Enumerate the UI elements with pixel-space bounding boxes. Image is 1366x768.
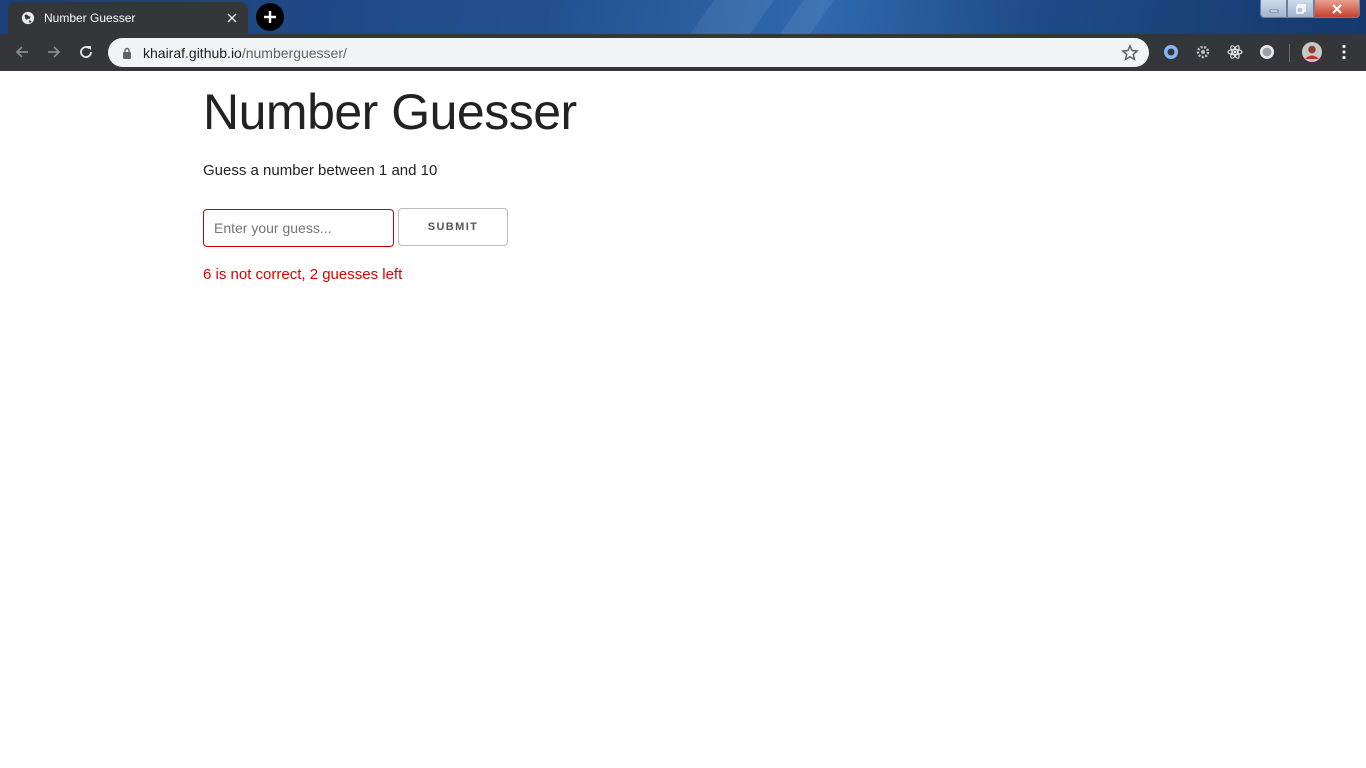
bookmark-star-icon[interactable] xyxy=(1120,43,1140,62)
menu-kebab-icon[interactable] xyxy=(1333,41,1355,63)
forward-arrow-icon xyxy=(48,46,61,58)
back-arrow-icon xyxy=(15,46,28,58)
url-text: khairaf.github.io/numberguesser/ xyxy=(143,45,347,61)
new-tab-button[interactable] xyxy=(256,3,284,31)
instructions-text: Guess a number between 1 and 10 xyxy=(203,162,438,179)
url-path: /numberguesser/ xyxy=(241,44,347,61)
restore-button[interactable] xyxy=(1287,0,1314,18)
result-message: 6 is not correct, 2 guesses left xyxy=(203,266,403,283)
profile-avatar[interactable] xyxy=(1300,40,1324,64)
address-bar[interactable]: khairaf.github.io/numberguesser/ xyxy=(108,38,1149,67)
close-tab-icon[interactable] xyxy=(222,8,242,28)
forward-button[interactable] xyxy=(38,36,70,68)
close-icon xyxy=(1332,3,1342,14)
tab-title: Number Guesser xyxy=(44,11,136,25)
extension-circle-icon[interactable] xyxy=(1256,41,1278,63)
browser-title-bar: Number Guesser xyxy=(0,0,1366,34)
react-devtools-icon[interactable] xyxy=(1224,41,1246,63)
page-title: Number Guesser xyxy=(203,84,577,140)
title-bar-decoration xyxy=(671,0,789,34)
extension-gear-icon[interactable] xyxy=(1192,41,1214,63)
minimize-icon xyxy=(1269,9,1278,12)
page-content: Number Guesser Guess a number between 1 … xyxy=(0,71,1366,768)
window-controls xyxy=(1260,0,1360,19)
close-window-button[interactable] xyxy=(1314,0,1360,18)
guess-input[interactable] xyxy=(203,209,394,247)
lock-icon[interactable] xyxy=(120,46,134,60)
minimize-button[interactable] xyxy=(1260,0,1287,18)
reload-icon xyxy=(80,46,92,58)
globe-icon xyxy=(20,10,36,26)
extension-ring-icon[interactable] xyxy=(1160,41,1182,63)
submit-button[interactable]: SUBMIT xyxy=(398,208,508,246)
back-button[interactable] xyxy=(6,36,38,68)
browser-tab[interactable]: Number Guesser xyxy=(8,2,248,34)
restore-icon xyxy=(1295,3,1306,14)
title-bar-decoration xyxy=(761,0,849,34)
browser-toolbar: khairaf.github.io/numberguesser/ xyxy=(0,34,1366,71)
plus-icon xyxy=(264,11,276,23)
toolbar-separator xyxy=(1289,44,1290,62)
url-host: khairaf.github.io xyxy=(143,44,242,61)
reload-button[interactable] xyxy=(70,36,102,68)
